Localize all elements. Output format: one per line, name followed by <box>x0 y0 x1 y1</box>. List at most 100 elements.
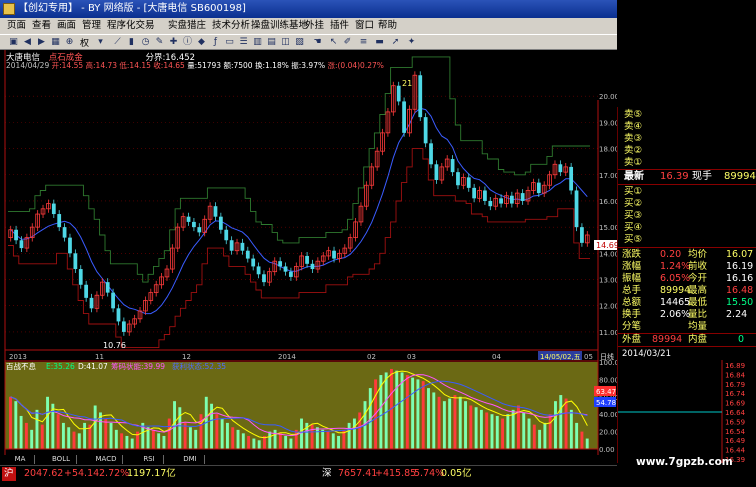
tab-ma[interactable]: MA <box>6 455 35 464</box>
price-tick-label: 14.00 <box>599 250 617 258</box>
menu-help[interactable]: 帮助 <box>378 18 397 34</box>
stat-volratio-label: 量比 <box>688 309 708 320</box>
indicator-bar <box>421 381 425 449</box>
title-bar[interactable]: 【创幻专用】 - BY 网络版 - [大唐电信 SB600198] <box>0 0 617 18</box>
menu-training-base[interactable]: 操盘训练基地 <box>251 18 308 34</box>
buy3-row[interactable]: 买③ <box>618 210 756 222</box>
app-icon <box>3 3 15 15</box>
tab-boll[interactable]: BOLL <box>46 455 77 464</box>
price-tick-label: 16.00 <box>599 198 617 206</box>
date-label-03: 03 <box>407 353 416 361</box>
zoom-icon[interactable]: ⊕ <box>64 37 75 47</box>
indicator-bar <box>485 412 489 449</box>
menu-manage[interactable]: 管理 <box>82 18 101 34</box>
candle-down <box>84 284 89 298</box>
indicator-bar <box>24 422 28 449</box>
buy1-row[interactable]: 买① <box>618 186 756 198</box>
lines-icon[interactable]: ≡ <box>358 37 369 47</box>
pen-icon[interactable]: ✐ <box>342 37 353 47</box>
grid-icon[interactable]: ▦ <box>50 37 61 47</box>
buy4-row[interactable]: 买④ <box>618 222 756 234</box>
table-icon[interactable]: ▤ <box>266 37 277 47</box>
sz-change: +415.85 <box>375 468 417 479</box>
star-icon[interactable]: ✦ <box>406 37 417 47</box>
hand-icon[interactable]: ☚ <box>312 37 323 47</box>
indicator-bar <box>405 375 409 449</box>
buy5-row[interactable]: 买⑤ <box>618 234 756 246</box>
candle-down <box>402 101 406 133</box>
candle-down <box>105 282 110 293</box>
chart-area: 20.00 19.00 18.00 17.00 16.00 15.00 14.00 13.00… <box>0 50 617 465</box>
candle-down <box>256 266 261 275</box>
indicator-tick-label: 0.00 <box>599 446 615 454</box>
indicator-bar <box>495 415 499 449</box>
bars-icon[interactable]: ▮ <box>126 37 137 47</box>
candle-down <box>536 182 541 194</box>
draw-icon[interactable]: ✎ <box>154 37 165 47</box>
stat-change-label: 涨跌 <box>622 249 642 260</box>
period-icon[interactable]: ◷ <box>140 37 151 47</box>
sell5-row[interactable]: 卖⑤ <box>618 109 756 121</box>
indicator-bar <box>453 395 457 449</box>
outer-value: 89994 <box>652 334 683 345</box>
sell3-row[interactable]: 卖③ <box>618 133 756 145</box>
arrow-icon[interactable]: ➚ <box>390 37 401 47</box>
line-icon[interactable]: ⟋ <box>112 37 123 47</box>
price-tick-label: 20.00 <box>599 93 617 101</box>
tab-macd[interactable]: MACD <box>90 455 123 464</box>
indicator-bar <box>569 409 573 449</box>
indicator-bar <box>109 422 113 449</box>
window-icon[interactable]: ▭ <box>224 37 235 47</box>
menu-view[interactable]: 查看 <box>32 18 51 34</box>
tab-rsi[interactable]: RSI <box>135 455 164 464</box>
candle-down <box>224 229 229 241</box>
stat-amp-label: 振幅 <box>622 273 642 284</box>
menu-window[interactable]: 窗口 <box>355 18 374 34</box>
chart-icon[interactable]: ▥ <box>252 37 263 47</box>
menu-screen[interactable]: 画面 <box>57 18 76 34</box>
indicator-bar <box>490 414 494 449</box>
back-icon[interactable]: ◀ <box>22 37 33 47</box>
tile-icon[interactable]: ▧ <box>294 37 305 47</box>
info-icon[interactable]: ⓘ <box>182 37 193 47</box>
list-icon[interactable]: ☰ <box>238 37 249 47</box>
menu-page[interactable]: 页面 <box>7 18 26 34</box>
candle-down <box>423 117 428 144</box>
candle-down <box>488 200 493 207</box>
candle-down <box>19 240 24 249</box>
tab-dmi[interactable]: DMI <box>176 455 205 464</box>
indicator-bar <box>506 414 510 449</box>
dropdown-icon[interactable]: ▾ <box>95 37 106 47</box>
candle-down <box>14 229 18 241</box>
sell1-row[interactable]: 卖① <box>618 157 756 169</box>
indicator-bar <box>580 431 584 449</box>
ruler-icon[interactable]: ▬ <box>374 37 385 47</box>
sh-pct: 2.72% <box>99 468 130 479</box>
latest-label: 最新 <box>624 171 644 182</box>
menu-live-hunt[interactable]: 实盘猎庄 <box>168 18 206 34</box>
candle-down <box>229 240 234 251</box>
sell4-row[interactable]: 卖④ <box>618 121 756 133</box>
alarm-icon[interactable]: ◆ <box>196 37 207 47</box>
indicator-bar <box>278 433 282 449</box>
indicator-title: 百战不息 <box>6 361 36 371</box>
menu-tech-analysis[interactable]: 技术分析 <box>212 18 250 34</box>
rights-button[interactable]: 权 <box>80 36 89 49</box>
indicator-bar <box>337 435 341 449</box>
menu-addon[interactable]: 外挂 <box>305 18 324 34</box>
menu-program-trading[interactable]: 程序化交易 <box>107 18 155 34</box>
formula-icon[interactable]: ƒ <box>210 37 221 47</box>
indicator-bar <box>236 429 240 449</box>
fenbi-label: 分笔 <box>622 321 642 332</box>
cursor-icon[interactable]: ↖ <box>328 37 339 47</box>
buy2-row[interactable]: 买② <box>618 198 756 210</box>
tick-date: 2014/03/21 <box>622 349 671 359</box>
text-icon[interactable]: ✚ <box>168 37 179 47</box>
sell2-row[interactable]: 卖② <box>618 145 756 157</box>
folder-icon[interactable]: ▣ <box>8 37 19 47</box>
forward-icon[interactable]: ▶ <box>36 37 47 47</box>
indicator-bar <box>315 427 319 449</box>
split-icon[interactable]: ◫ <box>280 37 291 47</box>
menu-plugin[interactable]: 插件 <box>330 18 349 34</box>
indicator-bar <box>432 392 436 449</box>
